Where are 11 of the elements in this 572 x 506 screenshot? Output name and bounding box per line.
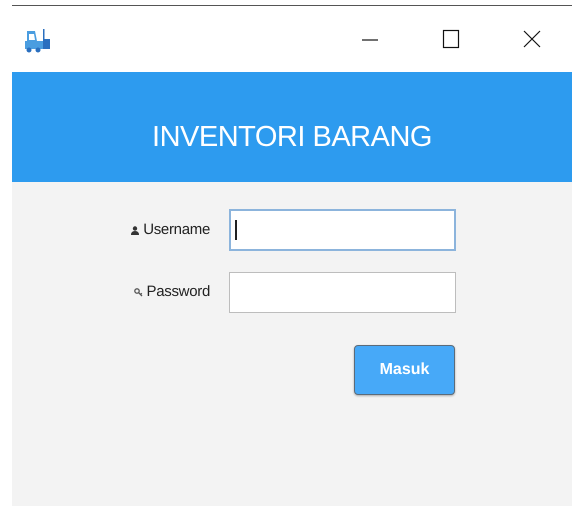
field-label: Password	[146, 282, 210, 302]
forklift-icon	[23, 27, 51, 53]
input-field[interactable]	[229, 272, 456, 313]
field-label: Username	[143, 220, 210, 240]
maximize-icon[interactable]	[440, 29, 460, 49]
close-icon[interactable]	[522, 29, 542, 49]
login-button[interactable]: Masuk	[354, 345, 455, 395]
user-icon	[131, 226, 140, 234]
input-field[interactable]	[229, 209, 456, 251]
key-icon	[134, 288, 143, 297]
app-title: INVENTORI BARANG	[152, 120, 432, 156]
